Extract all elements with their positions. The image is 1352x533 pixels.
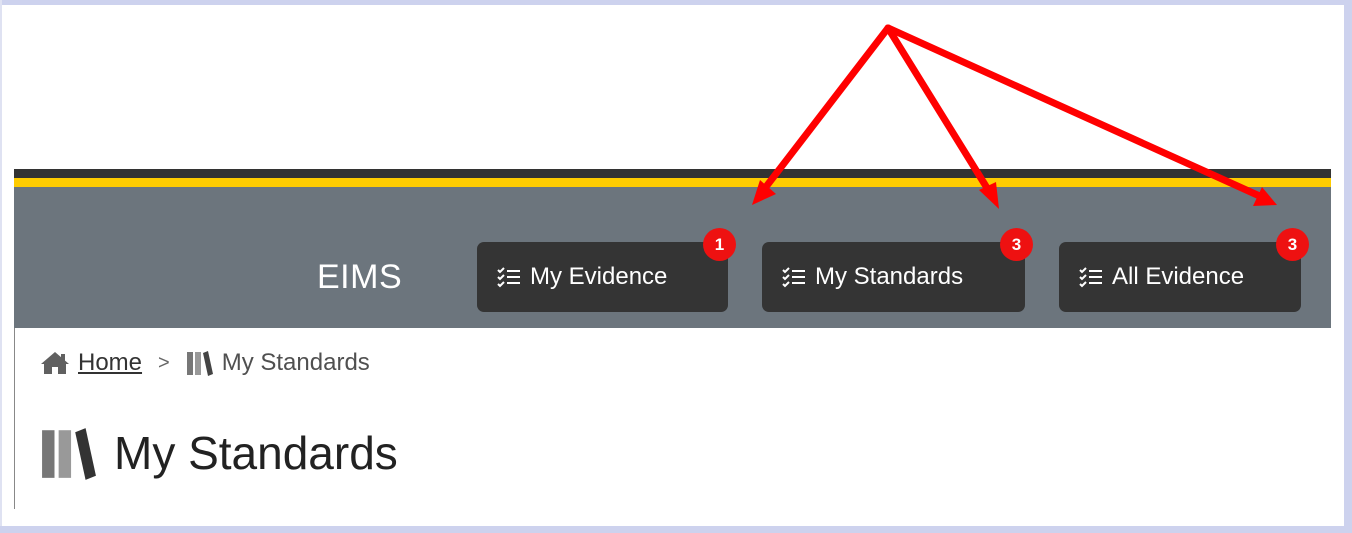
content-left-border: [14, 328, 15, 509]
app-window: EIMS My Evidence 1 My Standards 3 All Ev…: [14, 169, 1331, 509]
breadcrumb-separator: >: [158, 351, 170, 374]
frame-right: [1344, 0, 1352, 533]
breadcrumb: Home > My Standards: [40, 349, 370, 377]
breadcrumb-home-link[interactable]: Home: [78, 349, 142, 377]
checklist-icon: [1079, 267, 1102, 288]
my-evidence-count-badge: 1: [703, 228, 736, 261]
my-evidence-label: My Evidence: [530, 263, 668, 290]
accent-stripe: [14, 178, 1331, 187]
all-evidence-count-badge: 3: [1276, 228, 1309, 261]
breadcrumb-current: My Standards: [221, 349, 370, 376]
all-evidence-button[interactable]: All Evidence 3: [1059, 228, 1309, 312]
books-icon: [186, 351, 213, 376]
arrow-to-my-evidence: [758, 24, 892, 196]
page-title: My Standards: [40, 424, 398, 482]
frame-top: [0, 0, 1352, 5]
my-standards-button[interactable]: My Standards 3: [762, 228, 1033, 312]
frame-bottom: [0, 526, 1352, 533]
books-icon: [42, 428, 96, 480]
top-strip: [14, 169, 1331, 178]
frame-left: [0, 0, 2, 533]
my-standards-count-badge: 3: [1000, 228, 1033, 261]
brand-title[interactable]: EIMS: [317, 258, 402, 297]
checklist-icon: [497, 267, 520, 288]
checklist-icon: [782, 267, 805, 288]
navbar: EIMS My Evidence 1 My Standards 3 All Ev…: [14, 187, 1331, 328]
home-icon: [41, 352, 69, 374]
page-title-text: My Standards: [114, 427, 398, 479]
my-evidence-button[interactable]: My Evidence 1: [477, 228, 736, 312]
all-evidence-label: All Evidence: [1112, 263, 1245, 290]
my-standards-label: My Standards: [815, 263, 964, 290]
